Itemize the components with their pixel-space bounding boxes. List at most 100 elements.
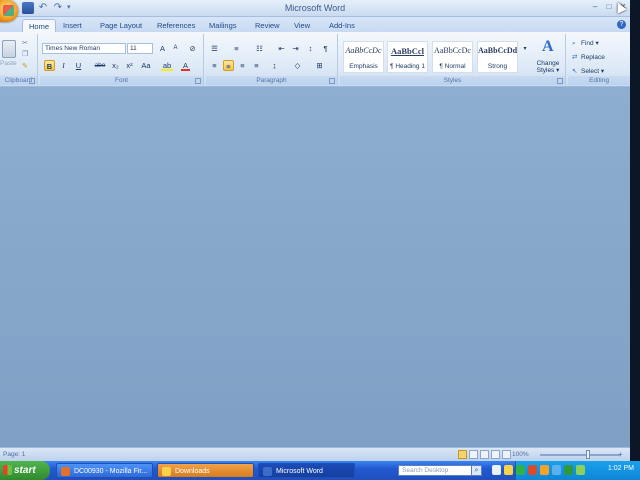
strikethrough-button[interactable]: abe bbox=[93, 60, 107, 71]
start-button[interactable]: start bbox=[0, 461, 50, 480]
zoom-level[interactable]: 100% bbox=[512, 451, 529, 458]
find-button[interactable]: ⌕ Find ▾ bbox=[572, 39, 599, 48]
font-launcher-icon[interactable] bbox=[195, 78, 201, 84]
tray-app-icon[interactable] bbox=[492, 465, 501, 475]
style-emphasis[interactable]: AaBbCcDc Emphasis bbox=[343, 41, 384, 73]
clock[interactable]: 1:02 PM bbox=[608, 465, 634, 472]
title-bar: ↶ ↷ ▾ Microsoft Word – □ ✕ bbox=[0, 0, 630, 22]
tray-icons bbox=[492, 465, 585, 475]
document-area[interactable] bbox=[0, 87, 630, 447]
status-bar: Page: 1 100% − + bbox=[0, 447, 630, 461]
style-name: ¶ Normal bbox=[439, 63, 466, 70]
font-group-label: Font bbox=[40, 76, 203, 85]
window-title: Microsoft Word bbox=[284, 3, 346, 13]
style-normal[interactable]: AaBbCcDc ¶ Normal bbox=[432, 41, 473, 73]
tab-insert[interactable]: Insert bbox=[63, 19, 82, 32]
cut-icon[interactable]: ✂ bbox=[22, 39, 30, 47]
windows-flag-icon bbox=[3, 465, 12, 475]
full-screen-reading-icon[interactable] bbox=[469, 450, 478, 459]
underline-button[interactable]: U bbox=[73, 60, 84, 71]
tab-references[interactable]: References bbox=[157, 19, 195, 32]
zoom-slider-thumb[interactable] bbox=[586, 450, 590, 459]
tray-shield-icon[interactable] bbox=[564, 465, 573, 475]
decrease-indent-icon[interactable]: ⇤ bbox=[276, 43, 287, 54]
highlight-color-button[interactable]: ab bbox=[160, 60, 174, 71]
font-name-dropdown[interactable]: Times New Roman bbox=[42, 43, 126, 54]
line-spacing-icon[interactable]: ↨ bbox=[269, 60, 280, 71]
outline-icon[interactable] bbox=[491, 450, 500, 459]
paste-label[interactable]: Paste bbox=[0, 60, 17, 67]
italic-button[interactable]: I bbox=[58, 60, 69, 71]
find-icon: ⌕ bbox=[572, 40, 576, 47]
tab-add-ins[interactable]: Add-Ins bbox=[329, 19, 355, 32]
copy-icon[interactable]: ❐ bbox=[22, 50, 30, 58]
task-downloads[interactable]: Downloads bbox=[157, 463, 254, 478]
help-icon[interactable]: ? bbox=[617, 20, 626, 29]
align-left-icon[interactable]: ≡ bbox=[209, 60, 220, 71]
task-label: Microsoft Word bbox=[276, 468, 323, 475]
web-layout-icon[interactable] bbox=[480, 450, 489, 459]
align-center-icon[interactable]: ≡ bbox=[223, 60, 234, 71]
print-layout-icon[interactable] bbox=[458, 450, 467, 459]
shading-icon[interactable]: ◇ bbox=[292, 60, 303, 71]
tab-mailings[interactable]: Mailings bbox=[209, 19, 237, 32]
ribbon: Paste ✂ ❐ ✎ Clipboard Times New Roman 11… bbox=[0, 32, 630, 87]
zoom-slider[interactable] bbox=[540, 454, 620, 456]
replace-icon: ⇄ bbox=[572, 54, 578, 61]
draft-icon[interactable] bbox=[502, 450, 511, 459]
paste-icon[interactable] bbox=[2, 40, 16, 58]
zoom-in-icon[interactable]: + bbox=[618, 450, 623, 459]
justify-icon[interactable]: ≡ bbox=[251, 60, 262, 71]
show-marks-icon[interactable]: ¶ bbox=[320, 43, 331, 54]
minimize-button[interactable]: – bbox=[588, 0, 602, 13]
bold-button[interactable]: B bbox=[44, 60, 55, 71]
styles-launcher-icon[interactable] bbox=[557, 78, 563, 84]
borders-icon[interactable]: ⊞ bbox=[314, 60, 325, 71]
tray-volume-icon[interactable] bbox=[552, 465, 561, 475]
desktop-search-input[interactable]: Search Desktop bbox=[398, 465, 472, 476]
multilevel-list-icon[interactable]: ☷ bbox=[254, 43, 265, 54]
bullets-icon[interactable]: ☰ bbox=[209, 43, 220, 54]
tray-misc-icon[interactable] bbox=[576, 465, 585, 475]
taskbar: start DC00930 - Mozilla Fir... Downloads… bbox=[0, 461, 640, 480]
clear-formatting-button[interactable]: ⊘ bbox=[187, 43, 198, 54]
numbering-icon[interactable]: ≡ bbox=[231, 43, 242, 54]
replace-button[interactable]: ⇄ Replace bbox=[572, 53, 605, 61]
font-size-dropdown[interactable]: 11 bbox=[127, 43, 153, 54]
folder-icon bbox=[162, 467, 171, 476]
paragraph-launcher-icon[interactable] bbox=[329, 78, 335, 84]
format-painter-icon[interactable]: ✎ bbox=[22, 62, 30, 70]
align-right-icon[interactable]: ≡ bbox=[237, 60, 248, 71]
grow-font-button[interactable]: A bbox=[157, 43, 168, 54]
tab-review[interactable]: Review bbox=[255, 19, 280, 32]
subscript-button[interactable]: x₂ bbox=[110, 60, 121, 71]
tab-view[interactable]: View bbox=[294, 19, 310, 32]
tray-update-icon[interactable] bbox=[540, 465, 549, 475]
task-firefox[interactable]: DC00930 - Mozilla Fir... bbox=[56, 463, 153, 478]
sort-icon[interactable]: ↕ bbox=[305, 43, 316, 54]
change-styles-button[interactable]: Change Styles ▾ bbox=[534, 60, 562, 74]
tray-network-icon[interactable] bbox=[516, 465, 525, 475]
style-heading-1[interactable]: AaBbCcl ¶ Heading 1 bbox=[387, 41, 428, 73]
select-button[interactable]: ↖ Select ▾ bbox=[572, 67, 604, 75]
change-styles-icon[interactable]: A bbox=[542, 38, 554, 56]
change-case-button[interactable]: Aa bbox=[139, 60, 153, 71]
tab-home[interactable]: Home bbox=[22, 19, 57, 32]
style-sample: AaBbCcDc bbox=[434, 46, 471, 55]
clipboard-launcher-icon[interactable] bbox=[29, 78, 35, 84]
task-word[interactable]: Microsoft Word bbox=[258, 463, 355, 478]
increase-indent-icon[interactable]: ⇥ bbox=[290, 43, 301, 54]
styles-more-icon[interactable]: ▾ bbox=[521, 44, 529, 55]
search-icon[interactable]: ⌕ bbox=[471, 465, 482, 476]
superscript-button[interactable]: x² bbox=[124, 60, 135, 71]
shrink-font-button[interactable]: A bbox=[170, 43, 181, 54]
tray-security-icon[interactable] bbox=[528, 465, 537, 475]
style-strong[interactable]: AaBbCcDd Strong bbox=[477, 41, 518, 73]
editing-group-label: Editing bbox=[568, 76, 630, 85]
font-color-button[interactable]: A bbox=[180, 60, 191, 71]
task-label: DC00930 - Mozilla Fir... bbox=[74, 468, 148, 475]
styles-group-label: Styles bbox=[340, 76, 565, 85]
page-indicator[interactable]: Page: 1 bbox=[3, 451, 25, 458]
tab-page-layout[interactable]: Page Layout bbox=[100, 19, 142, 32]
tray-folder-icon[interactable] bbox=[504, 465, 513, 475]
